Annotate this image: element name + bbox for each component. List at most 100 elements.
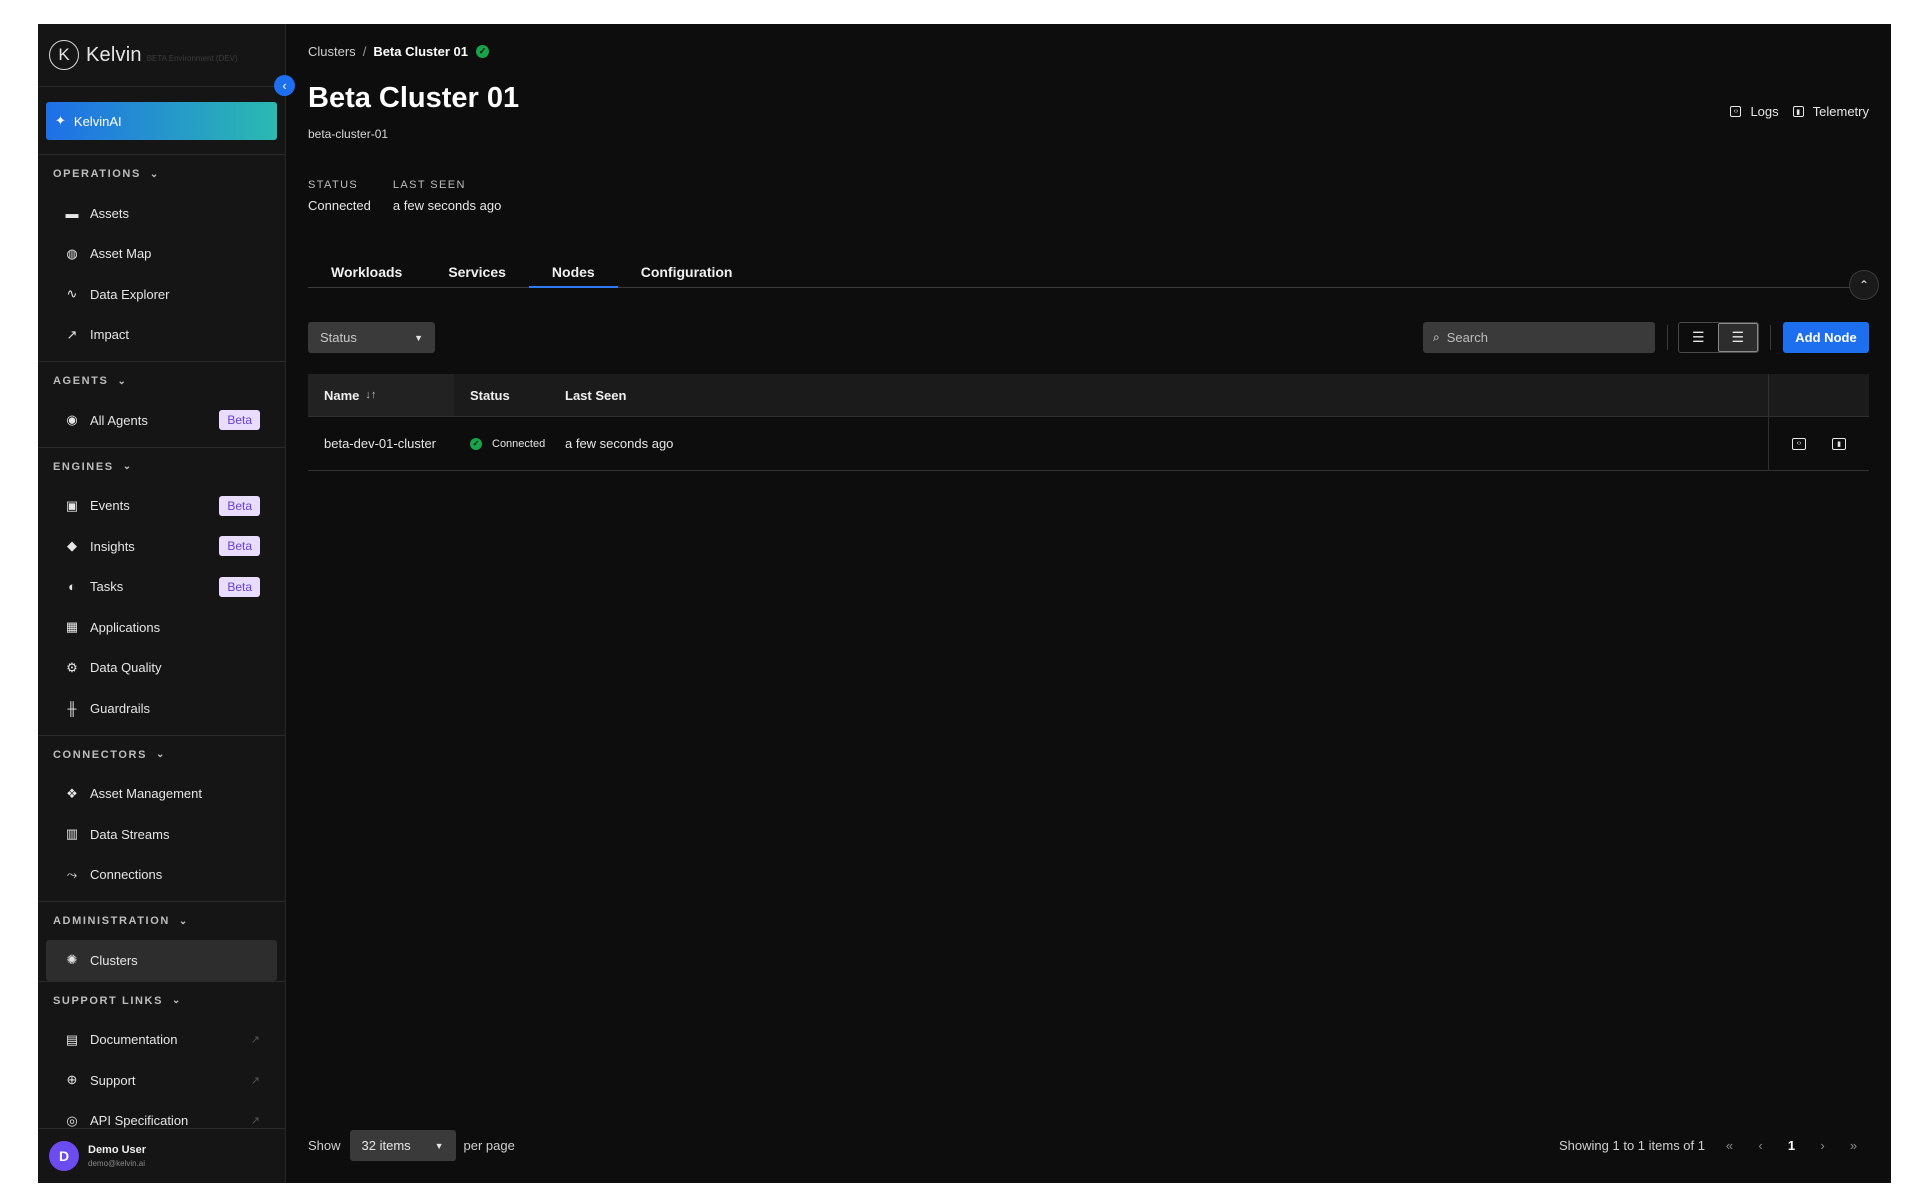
sidebar-item-assets[interactable]: ▬ Assets bbox=[46, 193, 277, 234]
main-content: Clusters / Beta Cluster 01 ✓ Beta Cluste… bbox=[286, 24, 1891, 1183]
breadcrumb-current: Beta Cluster 01 bbox=[373, 44, 468, 59]
telemetry-label: Telemetry bbox=[1812, 104, 1869, 119]
collapse-sidebar-button[interactable]: ‹ bbox=[274, 75, 295, 96]
events-icon: ▣ bbox=[65, 497, 79, 513]
section-connectors-header[interactable]: CONNECTORS ⌄ bbox=[38, 736, 285, 774]
chevron-down-icon: ⌄ bbox=[156, 749, 165, 760]
show-label: Show bbox=[308, 1138, 341, 1153]
sidebar-item-impact[interactable]: ↗ Impact bbox=[46, 315, 277, 356]
sidebar-item-tasks[interactable]: ◐ Tasks Beta bbox=[46, 567, 277, 608]
sidebar-item-data-quality[interactable]: ⚙ Data Quality bbox=[46, 648, 277, 689]
section-title: AGENTS bbox=[53, 375, 109, 387]
assets-icon: ▬ bbox=[65, 205, 79, 221]
current-page[interactable]: 1 bbox=[1776, 1138, 1807, 1153]
external-link-icon: ↗ bbox=[250, 1034, 260, 1047]
kelvin-ai-button[interactable]: ✦ KelvinAI bbox=[46, 102, 277, 140]
sidebar-item-events[interactable]: ▣ Events Beta bbox=[46, 486, 277, 527]
kelvin-logo-icon[interactable]: K bbox=[49, 40, 79, 70]
section-operations-header[interactable]: OPERATIONS ⌄ bbox=[38, 155, 285, 193]
node-status-text: Connected bbox=[492, 437, 546, 450]
last-seen-label: LAST SEEN bbox=[392, 179, 466, 191]
add-node-button[interactable]: Add Node bbox=[1783, 322, 1869, 353]
column-name-label: Name bbox=[324, 387, 360, 403]
sidebar-item-asset-map[interactable]: ◍ Asset Map bbox=[46, 234, 277, 275]
brand-row: K Kelvin BETA Environment (DEV) bbox=[38, 24, 285, 87]
tab-services[interactable]: Services bbox=[425, 256, 529, 287]
expanded-rows-icon: ☰ bbox=[1731, 329, 1745, 345]
first-page-icon[interactable]: « bbox=[1714, 1138, 1745, 1153]
sparkle-icon: ✦ bbox=[55, 113, 66, 128]
table-row[interactable]: beta-dev-01-cluster ✓ Connected a few se… bbox=[308, 417, 1869, 471]
node-name: beta-dev-01-cluster bbox=[324, 436, 436, 451]
tab-configuration[interactable]: Configuration bbox=[618, 256, 756, 287]
section-agents-header[interactable]: AGENTS ⌄ bbox=[38, 362, 285, 400]
sidebar-item-label: Impact bbox=[90, 327, 130, 343]
page-subtitle: beta-cluster-01 bbox=[308, 127, 389, 141]
last-page-icon[interactable]: » bbox=[1838, 1138, 1869, 1153]
per-page-value: 32 items bbox=[361, 1138, 411, 1153]
beta-badge: Beta bbox=[219, 410, 260, 431]
column-status: Status bbox=[470, 387, 510, 403]
sidebar-item-label: Documentation bbox=[90, 1032, 178, 1048]
expanded-view-button[interactable]: ☰ bbox=[1717, 323, 1758, 352]
table-header: Name ↓↑ Status Last Seen bbox=[308, 374, 1869, 417]
prev-page-icon[interactable]: ‹ bbox=[1745, 1138, 1776, 1153]
external-link-icon: ↗ bbox=[250, 1074, 260, 1087]
row-actions: ‹› ▮ bbox=[1768, 417, 1869, 470]
ai-wrap: ✦ KelvinAI bbox=[38, 87, 285, 155]
meta-status: STATUS Connected bbox=[308, 179, 371, 213]
breadcrumb-clusters-link[interactable]: Clusters bbox=[308, 44, 356, 59]
pager: « ‹ 1 › » bbox=[1714, 1138, 1869, 1153]
column-name[interactable]: Name ↓↑ bbox=[308, 374, 454, 416]
sidebar-item-applications[interactable]: ▦ Applications bbox=[46, 607, 277, 648]
sidebar-item-all-agents[interactable]: ◉ All Agents Beta bbox=[46, 400, 277, 441]
tag-icon: ◆ bbox=[67, 538, 77, 554]
sidebar-item-connections[interactable]: ⤳ Connections bbox=[46, 855, 277, 896]
section-support-header[interactable]: SUPPORT LINKS ⌄ bbox=[38, 982, 285, 1020]
compact-view-button[interactable]: ☰ bbox=[1679, 323, 1718, 352]
section-administration-header[interactable]: ADMINISTRATION ⌄ bbox=[38, 902, 285, 940]
sidebar-item-label: Events bbox=[90, 498, 130, 514]
next-page-icon[interactable]: › bbox=[1807, 1138, 1838, 1153]
sidebar-item-label: Guardrails bbox=[90, 700, 150, 716]
tab-nodes[interactable]: Nodes bbox=[528, 256, 618, 288]
divider bbox=[1770, 325, 1771, 350]
pulse-icon: ∿ bbox=[66, 286, 78, 302]
search-input[interactable]: ⌕ Search bbox=[1423, 322, 1655, 353]
user-profile[interactable]: D Demo User demo@kelvin.ai bbox=[38, 1128, 285, 1183]
logs-icon[interactable]: ‹› bbox=[1792, 437, 1806, 450]
density-toggle: ☰ ☰ bbox=[1678, 322, 1759, 353]
per-page-dropdown[interactable]: 32 items ▼ bbox=[349, 1130, 456, 1161]
status-filter-label: Status bbox=[320, 330, 357, 345]
section-title: CONNECTORS bbox=[53, 748, 148, 761]
sidebar-item-data-streams[interactable]: ▥ Data Streams bbox=[46, 814, 277, 855]
sidebar-item-label: Asset Map bbox=[90, 246, 152, 262]
sidebar-item-label: Applications bbox=[90, 619, 161, 635]
status-filter-dropdown[interactable]: Status ▼ bbox=[308, 322, 435, 353]
sort-icon: ↓↑ bbox=[365, 389, 377, 401]
divider bbox=[1667, 325, 1668, 350]
sidebar-item-asset-management[interactable]: ❖ Asset Management bbox=[46, 774, 277, 815]
sidebar-item-clusters[interactable]: ✺ Clusters bbox=[46, 940, 277, 981]
sidebar-item-label: Asset Management bbox=[90, 786, 203, 802]
sidebar-item-data-explorer[interactable]: ∿ Data Explorer bbox=[46, 274, 277, 315]
telemetry-link[interactable]: ▮ Telemetry bbox=[1792, 104, 1869, 119]
sidebar-item-label: Clusters bbox=[90, 952, 138, 968]
collapse-header-button[interactable]: ⌃ bbox=[1849, 270, 1879, 300]
sidebar-item-insights[interactable]: ◆ Insights Beta bbox=[46, 526, 277, 567]
sidebar-item-label: Tasks bbox=[90, 579, 124, 595]
section-administration: ADMINISTRATION ⌄ ✺ Clusters bbox=[38, 902, 285, 982]
logs-link[interactable]: ‹› Logs bbox=[1730, 104, 1779, 119]
bar-chart-icon: ▥ bbox=[65, 826, 79, 842]
header-actions: ‹› Logs ▮ Telemetry bbox=[1716, 104, 1869, 119]
logs-icon: ‹› bbox=[1730, 106, 1742, 117]
agent-icon: ◉ bbox=[66, 412, 78, 428]
sidebar-item-support[interactable]: ⊕ Support ↗ bbox=[46, 1060, 277, 1101]
telemetry-icon[interactable]: ▮ bbox=[1832, 437, 1846, 450]
tab-workloads[interactable]: Workloads bbox=[308, 256, 425, 287]
sidebar-item-guardrails[interactable]: ╫ Guardrails bbox=[46, 688, 277, 729]
sidebar-item-documentation[interactable]: ▤ Documentation ↗ bbox=[46, 1020, 277, 1061]
section-engines-header[interactable]: ENGINES ⌄ bbox=[38, 448, 285, 486]
sidebar-item-label: Data Quality bbox=[90, 660, 162, 676]
chevron-down-icon: ⌄ bbox=[117, 375, 126, 387]
